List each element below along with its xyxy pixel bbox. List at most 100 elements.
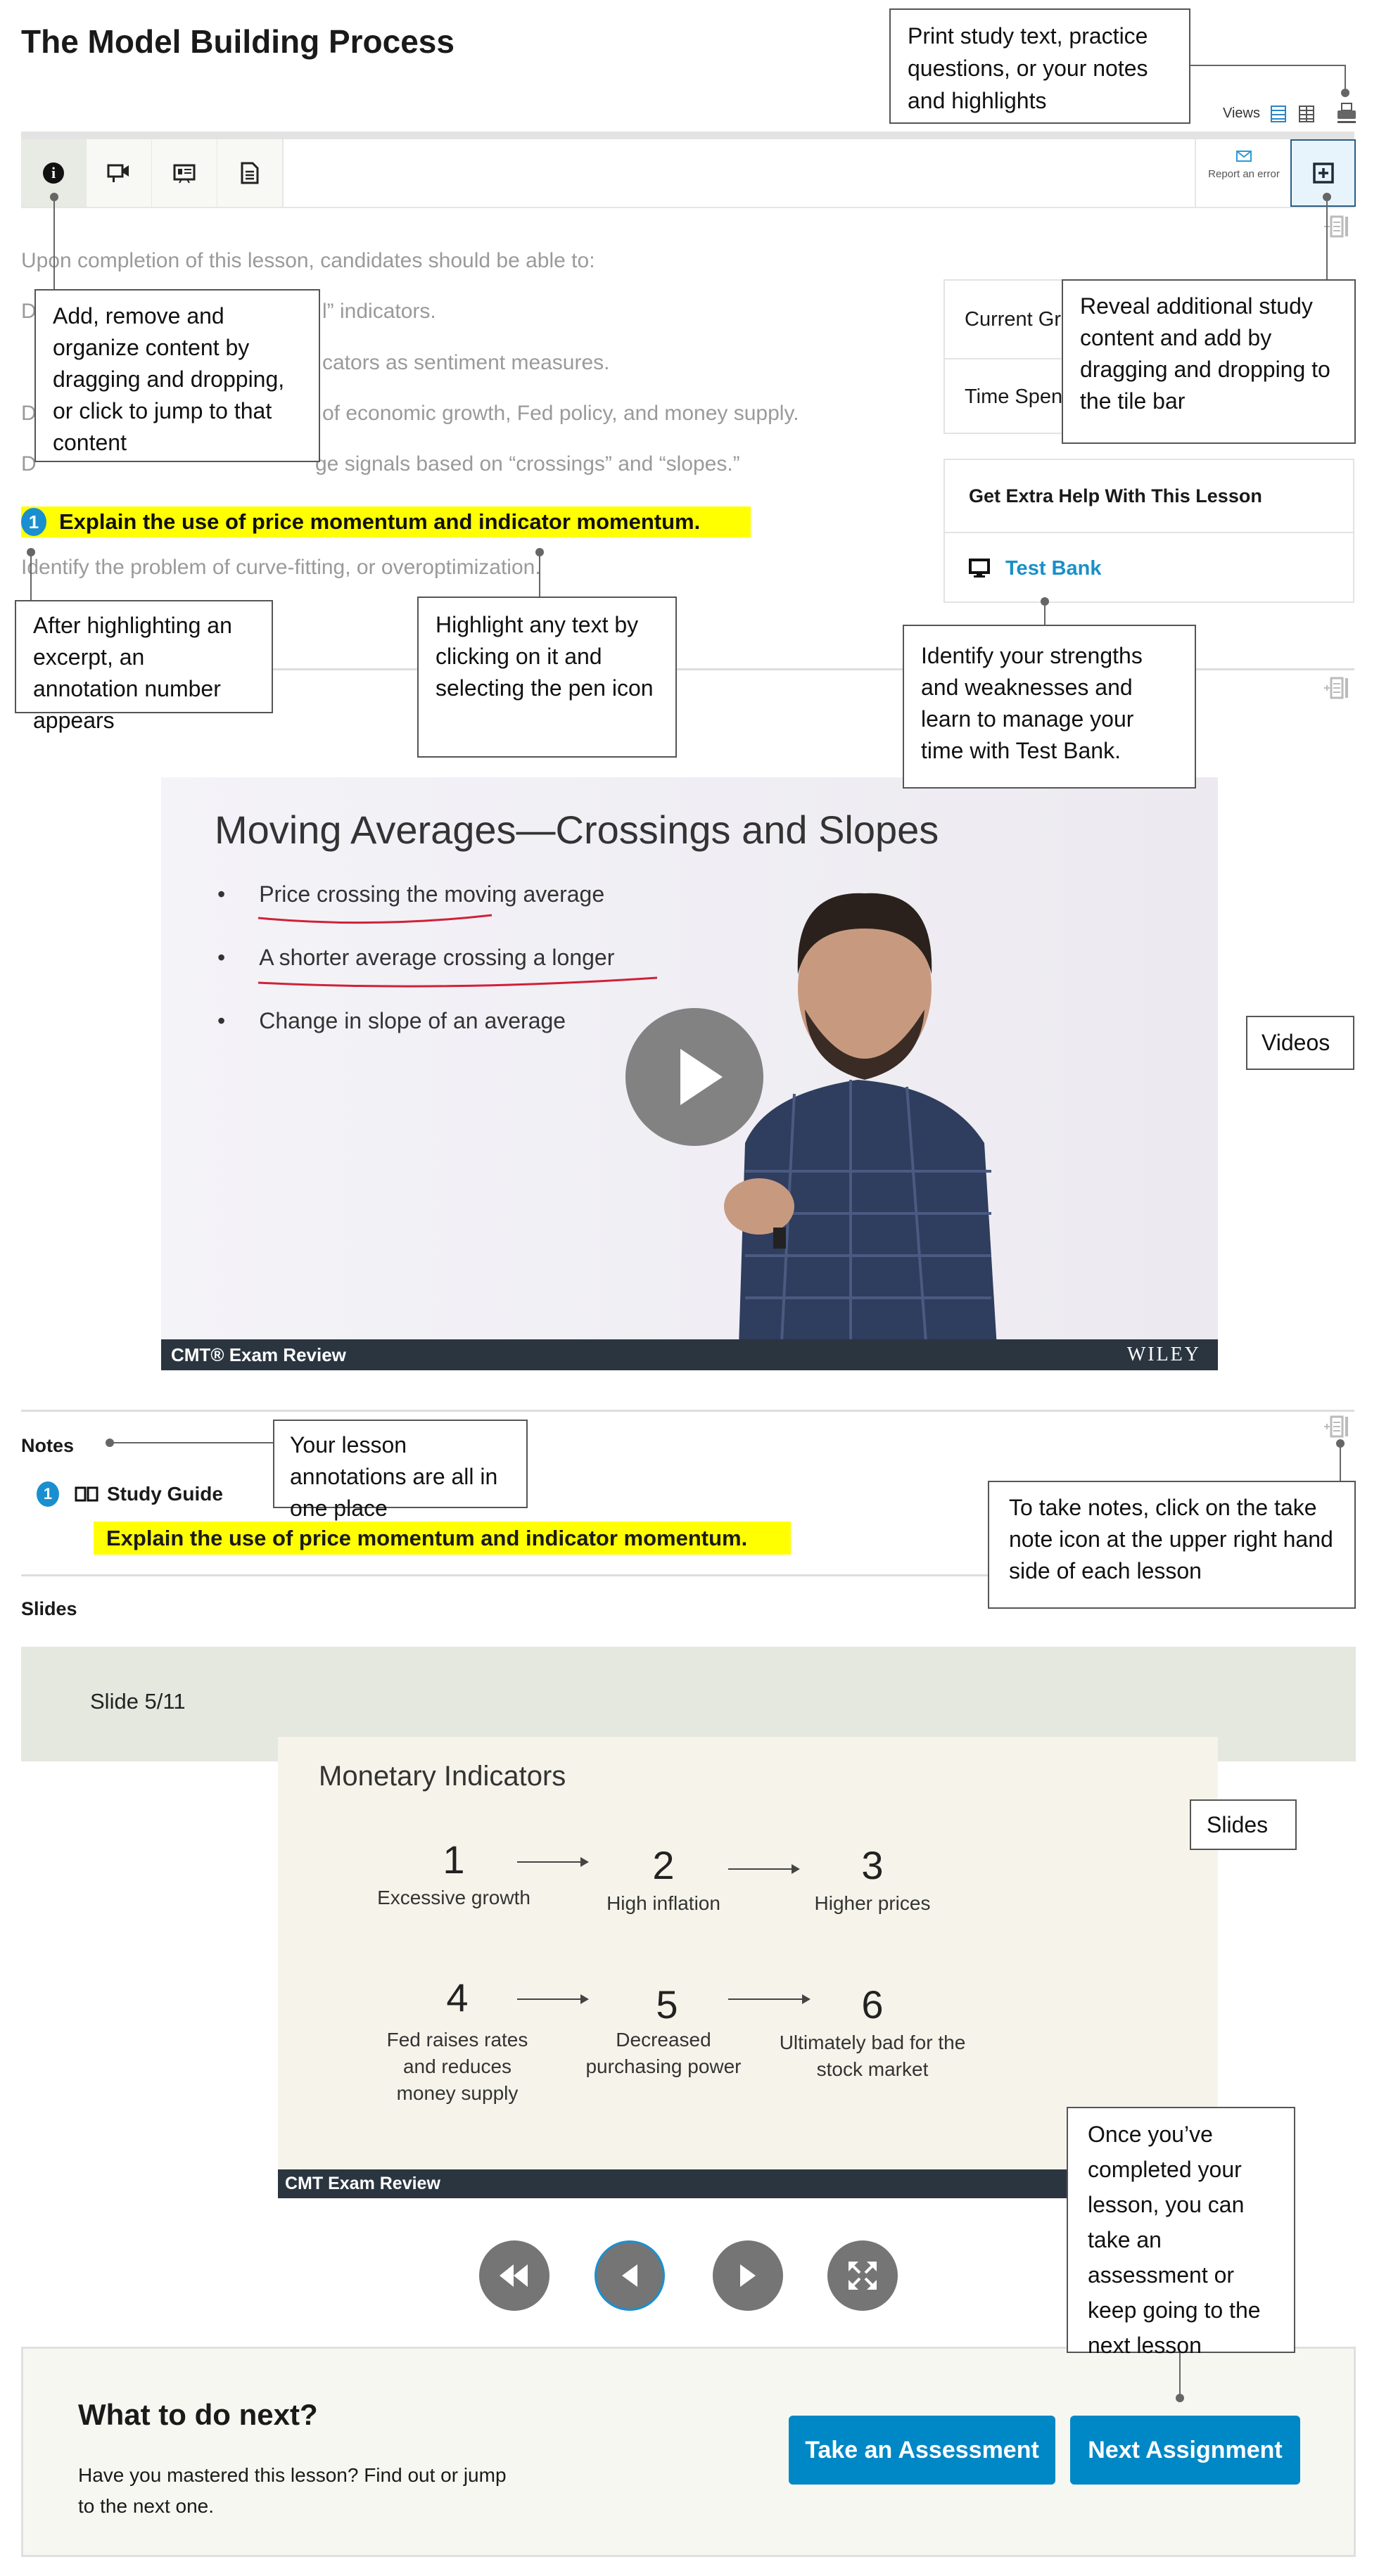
fullscreen-button[interactable] (827, 2240, 898, 2311)
next-steps-title: What to do next? (78, 2398, 318, 2431)
callout-connector-dot (50, 193, 58, 201)
tab-slides[interactable] (152, 139, 218, 207)
step-number: 1 (443, 1837, 465, 1882)
extra-help-box: Get Extra Help With This Lesson Test Ban… (943, 459, 1354, 603)
objectives-intro: Upon completion of this lesson, candidat… (21, 249, 595, 272)
test-bank-label: Test Bank (1005, 556, 1102, 580)
callout-connector (1190, 65, 1345, 66)
rewind-icon (500, 2264, 528, 2287)
highlighted-objective-text: Explain the use of price momentum and in… (59, 509, 701, 534)
callout-videos: Videos (1246, 1016, 1354, 1070)
video-footer-brand: CMT® Exam Review (171, 1344, 346, 1365)
book-icon (75, 1486, 99, 1502)
highlighted-objective[interactable]: 1 Explain the use of price momentum and … (21, 506, 751, 537)
wiley-logo: WILEY (1126, 1344, 1201, 1365)
annotation-number-badge[interactable]: 1 (21, 508, 46, 536)
extra-help-title: Get Extra Help With This Lesson (945, 460, 1353, 533)
tab-video[interactable] (87, 139, 153, 207)
step-number: 5 (656, 1982, 678, 2027)
toolbar-top-bar (21, 132, 1354, 139)
video-icon (107, 164, 129, 182)
objective-text: cators as sentiment measures. (322, 351, 610, 374)
step-label: Decreased purchasing power (585, 2029, 742, 2077)
slide-footer-brand: CMT Exam Review (285, 2174, 440, 2193)
grid-view-icon[interactable] (1299, 106, 1314, 122)
video-player[interactable]: Moving Averages—Crossings and Slopes • Pr… (161, 777, 1218, 1370)
fullscreen-icon (849, 2262, 877, 2290)
callout-connector-dot (1341, 89, 1349, 97)
rewind-button[interactable] (479, 2240, 549, 2311)
callout-connector (53, 197, 55, 289)
notes-label: Notes (21, 1435, 75, 1456)
objective-text: Identify the problem of curve-fitting, o… (21, 556, 541, 579)
callout-connector-dot (1323, 193, 1331, 201)
callout-connector (1340, 1443, 1341, 1481)
previous-icon (622, 2264, 637, 2287)
slides-label: Slides (21, 1598, 77, 1619)
objective-text: ge signals based on “crossings” and “slo… (315, 452, 740, 476)
callout-connector (1326, 197, 1328, 279)
red-underline (258, 976, 658, 988)
callout-connector (110, 1442, 273, 1443)
step-label: Fed raises rates and reduces money suppl… (386, 2029, 528, 2104)
report-error-button[interactable]: Report an error (1195, 139, 1292, 207)
step-number: 2 (652, 1843, 675, 1887)
play-button[interactable] (625, 1008, 763, 1146)
step-label: Ultimately bad for the stock market (779, 2032, 966, 2080)
callout-connector-dot (1176, 2394, 1184, 2402)
tab-document[interactable] (217, 139, 284, 207)
take-note-icon[interactable] (1323, 1414, 1351, 1439)
document-icon (241, 162, 259, 184)
envelope-icon (1236, 151, 1252, 162)
note-highlight[interactable]: Explain the use of price momentum and in… (94, 1522, 791, 1555)
callout-connector-dot (535, 548, 544, 556)
red-underline (258, 914, 493, 924)
objective-text: l” indicators. (322, 300, 436, 323)
presenter-figure (724, 893, 998, 1370)
section-divider (21, 1410, 1354, 1412)
take-note-icon[interactable] (1323, 675, 1351, 701)
video-footer: CMT® Exam Review WILEY (161, 1339, 1218, 1370)
callout-connector-dot (1336, 1439, 1345, 1448)
callout-highlight: Highlight any text by clicking on it and… (417, 597, 677, 758)
callout-connector (30, 552, 32, 600)
take-assessment-button[interactable]: Take an Assessment (789, 2416, 1055, 2485)
objective-text: of economic growth, Fed policy, and mone… (322, 402, 799, 425)
previous-slide-button[interactable] (595, 2240, 665, 2311)
print-icon[interactable] (1337, 103, 1356, 124)
play-icon (680, 1049, 723, 1105)
slides-icon (173, 164, 196, 184)
next-assignment-button[interactable]: Next Assignment (1070, 2416, 1300, 2485)
slide-counter: Slide 5/11 (90, 1689, 186, 1714)
next-slide-button[interactable] (713, 2240, 783, 2311)
callout-next: Once you’ve completed your lesson, you c… (1067, 2107, 1295, 2358)
list-view-icon[interactable] (1271, 106, 1286, 122)
page-title: The Model Building Process (21, 23, 455, 60)
callout-connector-dot (27, 548, 35, 556)
views-label: Views (1223, 106, 1260, 121)
step-number: 3 (861, 1843, 884, 1887)
step-number: 6 (861, 1982, 884, 2027)
callout-testbank: Identify your strengths and weaknesses a… (903, 625, 1196, 789)
callout-reveal: Reveal additional study content and add … (1062, 279, 1356, 444)
step-number: 4 (446, 1975, 469, 2020)
step-label: High inflation (606, 1892, 720, 1914)
step-label: Higher prices (814, 1892, 931, 1914)
next-icon (740, 2264, 756, 2287)
test-bank-link[interactable]: Test Bank (945, 533, 1353, 604)
plus-box-icon (1312, 162, 1334, 184)
slide-title: Monetary Indicators (319, 1761, 566, 1792)
note-source-label: Study Guide (107, 1483, 223, 1505)
callout-take-notes: To take notes, click on the take note ic… (988, 1481, 1356, 1609)
callout-organize: Add, remove and organize content by drag… (34, 289, 320, 462)
report-error-label: Report an error (1208, 168, 1280, 180)
callout-notes: Your lesson annotations are all in one p… (273, 1420, 528, 1521)
callout-print: Print study text, practice questions, or… (889, 8, 1190, 124)
info-icon: i (43, 162, 64, 184)
next-steps-description: Have you mastered this lesson? Find out … (78, 2464, 507, 2517)
annotation-number-badge[interactable]: 1 (37, 1481, 59, 1507)
callout-annotation: After highlighting an excerpt, an annota… (15, 600, 273, 733)
monitor-icon (969, 559, 990, 578)
note-source[interactable]: 1 Study Guide (37, 1481, 223, 1507)
step-label: Excessive growth (377, 1887, 530, 1908)
